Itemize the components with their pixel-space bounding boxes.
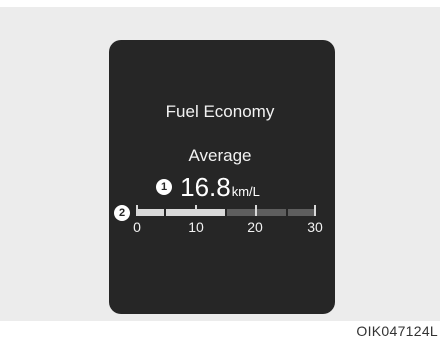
gauge-segment (226, 209, 256, 216)
gauge-tick-label: 0 (133, 219, 141, 235)
gauge-segment (196, 209, 225, 216)
gauge-tick (255, 205, 257, 216)
display-title: Fuel Economy (165, 102, 275, 121)
gauge-segment (166, 209, 195, 216)
gauge-tick (136, 205, 138, 216)
gauge-segment (136, 209, 165, 216)
gauge-tick-label: 20 (247, 219, 263, 235)
display-subtitle: Average (188, 146, 252, 165)
gauge-tick (314, 205, 316, 216)
figure-code: OIK047124L (356, 323, 438, 339)
gauge-segment (287, 209, 316, 216)
gauge-tick-label: 10 (188, 219, 204, 235)
value-unit: km/L (231, 184, 260, 199)
value-number: 16.8 (180, 172, 231, 202)
fuel-economy-gauge (136, 209, 316, 216)
fuel-economy-value: 16.8km/L (0, 172, 440, 203)
gauge-segment (257, 209, 286, 216)
gauge-tick-label: 30 (307, 219, 323, 235)
gauge-tick (195, 205, 197, 216)
